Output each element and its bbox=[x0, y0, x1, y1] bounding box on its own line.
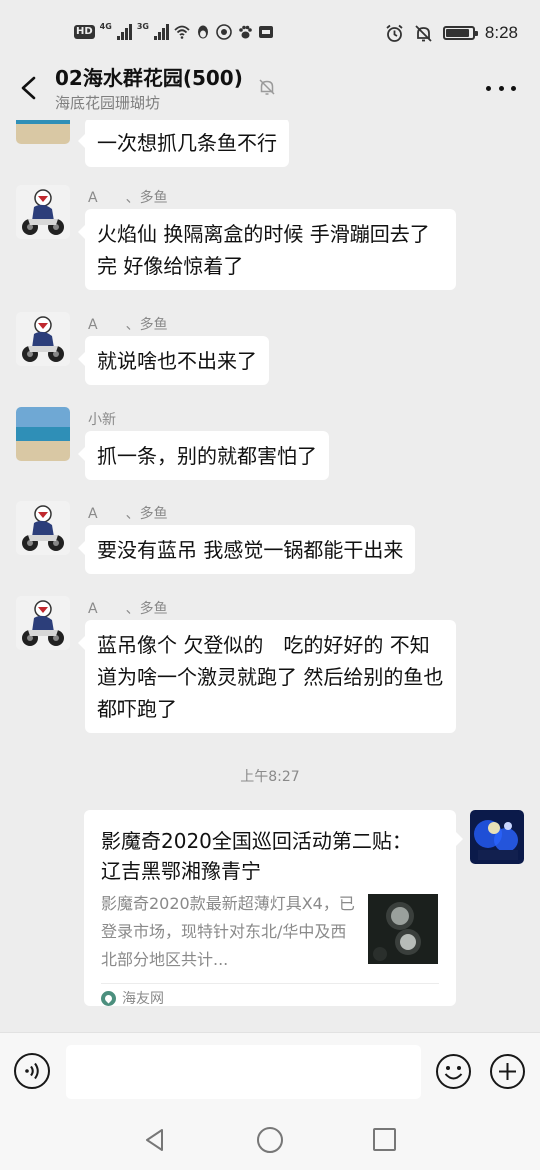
card-thumbnail bbox=[368, 894, 438, 964]
chat-title: 02海水群花园(500) bbox=[55, 66, 243, 90]
status-left: HD 4G 3G bbox=[74, 21, 274, 43]
card-divider bbox=[101, 983, 439, 984]
baidu-paw-icon bbox=[239, 25, 252, 39]
status-time: 8:28 bbox=[484, 23, 518, 42]
mute-bell-icon bbox=[259, 79, 275, 95]
message-bubble[interactable]: 火焰仙 换隔离盒的时候 手滑蹦回去了 完 好像给惊着了 bbox=[78, 209, 456, 290]
motorcycle-avatar[interactable] bbox=[16, 596, 70, 650]
message-input[interactable] bbox=[66, 1045, 421, 1099]
network-label-1: 4G bbox=[99, 22, 112, 31]
qq-penguin-icon bbox=[197, 25, 208, 39]
nav-home-icon[interactable] bbox=[257, 1127, 283, 1153]
notification-off-icon bbox=[415, 24, 432, 42]
message-bubble[interactable]: 蓝吊像个 欠登似的 吃的好好的 不知道为啥一个激灵就跑了 然后给别的鱼也都吓跑了 bbox=[78, 620, 456, 733]
chat-header: 02海水群花园(500) 海底花园珊瑚坊 bbox=[0, 56, 540, 120]
wifi-icon bbox=[174, 25, 190, 39]
motorcycle-avatar[interactable] bbox=[16, 501, 70, 555]
message-bubble[interactable]: 抓一条，别的就都害怕了 bbox=[78, 431, 329, 480]
app-badge-icon bbox=[258, 26, 273, 38]
motorcycle-avatar[interactable] bbox=[16, 312, 70, 366]
card-description: 影魔奇2020款最新超薄灯具X4，已登录市场，现特针对东北/华中及西北部分地区共… bbox=[101, 894, 355, 969]
voice-icon[interactable] bbox=[14, 1053, 50, 1089]
self-avatar[interactable] bbox=[470, 810, 524, 864]
back-arrow-icon[interactable] bbox=[14, 70, 42, 106]
sender-name: A 、多鱼 bbox=[88, 506, 168, 522]
sender-name: A 、多鱼 bbox=[88, 190, 168, 206]
sender-name: 小新 bbox=[88, 412, 116, 428]
battery-fill bbox=[445, 29, 470, 37]
plus-icon[interactable] bbox=[489, 1053, 526, 1090]
sender-name: A 、多鱼 bbox=[88, 317, 168, 333]
signal-icon-2 bbox=[153, 24, 169, 40]
source-logo-icon bbox=[101, 990, 116, 1006]
signal-icon bbox=[116, 24, 132, 40]
system-nav-bar bbox=[0, 1110, 540, 1170]
status-bar: HD 4G 3G 8:28 bbox=[0, 0, 540, 62]
message-bubble[interactable]: 要没有蓝吊 我感觉一锅都能干出来 bbox=[77, 525, 416, 574]
shared-link-card[interactable]: 影魔奇2020全国巡回活动第二贴： 辽吉黑鄂湘豫青宁 影魔奇2020款最新超薄灯… bbox=[84, 810, 463, 1008]
nav-recents-icon[interactable] bbox=[373, 1128, 396, 1151]
network-label-2: 3G bbox=[136, 22, 149, 31]
beach-avatar[interactable] bbox=[16, 407, 70, 461]
message-bubble[interactable]: 就说啥也不出来了 bbox=[78, 336, 269, 385]
hd-badge: HD bbox=[74, 25, 95, 39]
card-source: 海友网 bbox=[101, 988, 164, 1008]
beach-avatar[interactable] bbox=[16, 120, 70, 144]
chat-messages[interactable]: 一次想抓几条鱼不行 A 、多鱼 火焰仙 换隔离盒的时候 手滑蹦回去了 完 好像给… bbox=[0, 120, 540, 1032]
alarm-icon bbox=[386, 24, 403, 42]
motorcycle-avatar[interactable] bbox=[16, 185, 70, 239]
nav-back-icon[interactable] bbox=[142, 1127, 168, 1153]
input-bar bbox=[0, 1032, 540, 1110]
chat-subtitle: 海底花园珊瑚坊 bbox=[55, 94, 161, 112]
message-timestamp: 上午8:27 bbox=[240, 769, 300, 785]
card-source-label: 海友网 bbox=[122, 991, 164, 1007]
message-bubble[interactable]: 一次想抓几条鱼不行 bbox=[78, 120, 289, 167]
app-notification-icon bbox=[216, 24, 232, 40]
emoji-icon[interactable] bbox=[435, 1053, 472, 1090]
battery-icon bbox=[442, 26, 478, 40]
status-right: 8:28 bbox=[385, 20, 518, 46]
sender-name: A 、多鱼 bbox=[88, 601, 168, 617]
card-title: 影魔奇2020全国巡回活动第二贴： 辽吉黑鄂湘豫青宁 bbox=[101, 829, 412, 883]
more-icon[interactable] bbox=[486, 78, 516, 98]
